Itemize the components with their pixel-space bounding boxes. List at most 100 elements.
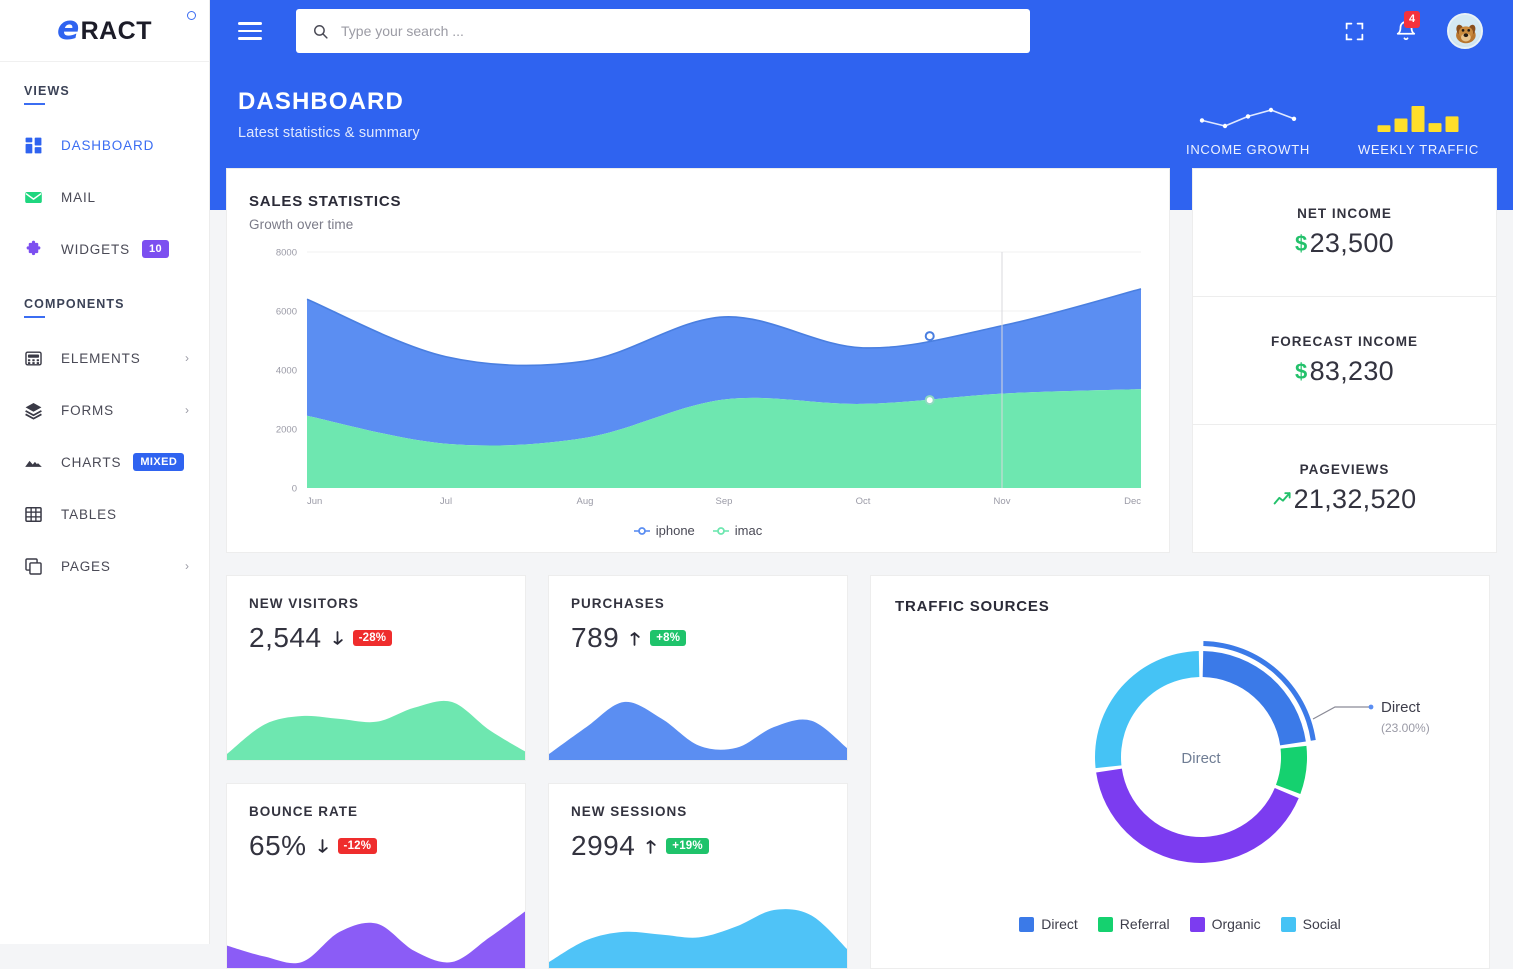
fullscreen-icon <box>1344 21 1365 42</box>
traffic-legend-item-direct[interactable]: Direct <box>1019 916 1078 932</box>
legend-swatch <box>1190 917 1205 932</box>
main-content: SALES STATISTICS Growth over time 020004… <box>210 168 1513 969</box>
metric-value-row: 2994+19% <box>571 830 825 862</box>
legend-swatch <box>1281 917 1296 932</box>
metric-delta-badge: -28% <box>353 630 393 646</box>
svg-text:0: 0 <box>292 484 297 495</box>
row-mini-cards: NEW VISITORS2,544-28% PURCHASES789+8% BOU… <box>226 575 1497 969</box>
traffic-sources-card: TRAFFIC SOURCES DirectDirect(23.00%) Dir… <box>870 575 1490 969</box>
legend-item-iphone[interactable]: iphone <box>634 523 695 538</box>
sales-card-subtitle: Growth over time <box>249 217 1147 232</box>
arrow-up-icon <box>644 839 657 854</box>
logo-word: RACT <box>81 17 152 46</box>
topbar-actions: 4 <box>1344 13 1493 49</box>
svg-text:Jul: Jul <box>440 496 452 507</box>
stat-tile-pageviews: PAGEVIEWS21,32,520 <box>1193 425 1496 552</box>
traffic-legend-item-referral[interactable]: Referral <box>1098 916 1170 932</box>
sidebar-item-pages[interactable]: PAGES › <box>0 540 209 592</box>
sidebar-item-widgets[interactable]: WIDGETS10 <box>0 223 209 275</box>
svg-text:Sep: Sep <box>716 496 733 507</box>
sidebar-item-elements[interactable]: ELEMENTS› <box>0 332 209 384</box>
search-input[interactable] <box>341 23 1014 39</box>
avatar[interactable] <box>1447 13 1483 49</box>
traffic-legend-item-organic[interactable]: Organic <box>1190 916 1261 932</box>
key-stats-column: NET INCOME$23,500FORECAST INCOME$83,230P… <box>1192 168 1497 553</box>
metric-value: 789 <box>571 622 619 654</box>
page-title: DASHBOARD <box>238 88 420 116</box>
legend-label-iphone: iphone <box>656 523 695 538</box>
sidebar-item-label: PAGES <box>61 559 111 574</box>
sidebar-item-tables[interactable]: TABLES <box>0 488 209 540</box>
fullscreen-button[interactable] <box>1344 21 1365 42</box>
sales-statistics-card: SALES STATISTICS Growth over time 020004… <box>226 168 1170 553</box>
sidebar-item-dashboard[interactable]: DASHBOARD <box>0 119 209 171</box>
brand-logo[interactable]: eRACT <box>0 0 209 62</box>
traffic-legend-item-social[interactable]: Social <box>1281 916 1341 932</box>
legend-marker-iphone <box>634 526 650 536</box>
currency-symbol: $ <box>1295 231 1308 257</box>
sidebar-nav: VIEWSDASHBOARDMAILWIDGETS10COMPONENTSELE… <box>0 84 209 592</box>
weekly-traffic-sparkbars <box>1370 100 1466 136</box>
search-box[interactable] <box>296 9 1030 53</box>
metric-card-purchases: PURCHASES789+8% <box>548 575 848 761</box>
row-sales: SALES STATISTICS Growth over time 020004… <box>226 168 1497 553</box>
svg-text:2000: 2000 <box>276 425 297 436</box>
donut-center-label: Direct <box>1181 750 1221 767</box>
metric-sparkline <box>549 682 848 760</box>
stat-tile-net-income: NET INCOME$23,500 <box>1193 169 1496 297</box>
svg-text:Jun: Jun <box>307 496 322 507</box>
metric-card-new-sessions: NEW SESSIONS2994+19% <box>548 783 848 969</box>
metric-value: 2994 <box>571 830 635 862</box>
income-growth-label: INCOME GROWTH <box>1186 142 1310 157</box>
puzzle-piece-icon <box>24 240 43 259</box>
mountain-chart-icon <box>20 450 46 474</box>
metric-sparkline <box>549 890 848 968</box>
metric-value: 65% <box>249 830 307 862</box>
metric-head: NEW VISITORS2,544-28% <box>227 576 525 654</box>
table-grid-icon <box>20 502 46 526</box>
stat-value-row: $23,500 <box>1295 228 1394 259</box>
sales-area-chart[interactable]: 02000400060008000JunJulAugSepOctNovDec <box>249 240 1149 520</box>
sidebar-section-title: COMPONENTS <box>0 297 209 318</box>
svg-text:Aug: Aug <box>577 496 594 507</box>
arrow-up-icon <box>628 631 641 646</box>
chevron-right-icon: › <box>185 560 189 572</box>
stat-tile-forecast-income: FORECAST INCOME$83,230 <box>1193 297 1496 425</box>
metric-label: BOUNCE RATE <box>249 804 503 819</box>
page-subtitle: Latest statistics & summary <box>238 125 420 141</box>
layers-icon <box>24 401 43 420</box>
metric-delta-badge: -12% <box>338 838 378 854</box>
stat-label: FORECAST INCOME <box>1271 334 1418 349</box>
pages-copy-icon <box>20 554 46 578</box>
currency-symbol: $ <box>1295 359 1308 385</box>
legend-label: Direct <box>1041 916 1078 932</box>
traffic-donut-chart[interactable]: DirectDirect(23.00%) <box>895 619 1467 909</box>
hamburger-icon[interactable] <box>238 22 262 40</box>
arrow-down-icon <box>331 631 344 646</box>
metric-head: BOUNCE RATE 65% -12% <box>227 784 525 862</box>
sidebar-item-label: FORMS <box>61 403 114 418</box>
svg-text:8000: 8000 <box>276 248 297 259</box>
sales-chart-legend: iphone imac <box>227 523 1169 538</box>
sidebar-item-forms[interactable]: FORMS› <box>0 384 209 436</box>
avatar-image <box>1449 13 1481 47</box>
mail-envelope-icon <box>20 185 46 209</box>
legend-item-imac[interactable]: imac <box>713 523 762 538</box>
sidebar-item-badge: 10 <box>142 240 169 258</box>
sidebar-item-charts[interactable]: CHARTSMIXED <box>0 436 209 488</box>
legend-swatch <box>1098 917 1113 932</box>
stat-number: 21,32,520 <box>1294 484 1417 515</box>
svg-text:Nov: Nov <box>994 496 1011 507</box>
table-grid-icon <box>24 505 43 524</box>
logo-text: eRACT <box>57 15 152 46</box>
pages-copy-icon <box>24 557 43 576</box>
sidebar-item-mail[interactable]: MAIL <box>0 171 209 223</box>
notifications-button[interactable]: 4 <box>1395 20 1417 42</box>
metric-sparkline <box>227 890 526 968</box>
income-growth-sparkline <box>1194 100 1302 136</box>
legend-swatch <box>1019 917 1034 932</box>
metric-sparkline <box>227 682 526 760</box>
metric-card-new-visitors: NEW VISITORS2,544-28% <box>226 575 526 761</box>
layers-icon <box>20 398 46 422</box>
metric-value-row: 789+8% <box>571 622 825 654</box>
